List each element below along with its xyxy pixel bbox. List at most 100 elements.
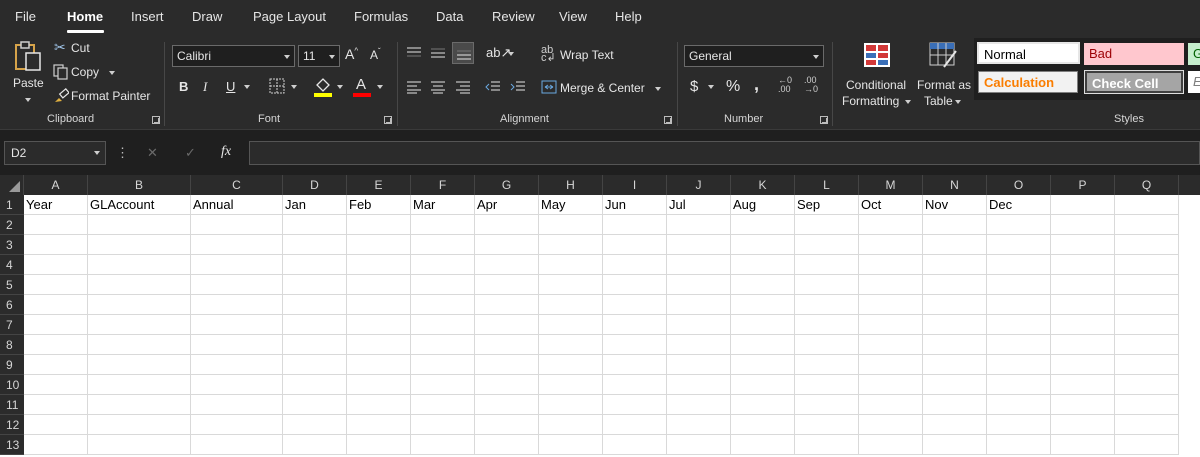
cell-b8[interactable] [88,335,191,355]
cell-k12[interactable] [731,415,795,435]
tab-home[interactable]: Home [67,9,103,24]
cell-j2[interactable] [667,215,731,235]
cell-k4[interactable] [731,255,795,275]
cell-f2[interactable] [411,215,475,235]
cell-l2[interactable] [795,215,859,235]
cell-k5[interactable] [731,275,795,295]
cell-f4[interactable] [411,255,475,275]
font-name-combo[interactable]: Calibri [172,45,295,67]
cell-h9[interactable] [539,355,603,375]
cell-e11[interactable] [347,395,411,415]
cell-k8[interactable] [731,335,795,355]
cell-q5[interactable] [1115,275,1179,295]
cell-i2[interactable] [603,215,667,235]
cell-a10[interactable] [24,375,88,395]
cell-k9[interactable] [731,355,795,375]
cell-j9[interactable] [667,355,731,375]
cell-d13[interactable] [283,435,347,455]
cell-l5[interactable] [795,275,859,295]
cell-h3[interactable] [539,235,603,255]
cell-j6[interactable] [667,295,731,315]
cell-k13[interactable] [731,435,795,455]
cell-h7[interactable] [539,315,603,335]
cell-i7[interactable] [603,315,667,335]
cell-m5[interactable] [859,275,923,295]
cell-l10[interactable] [795,375,859,395]
cell-a6[interactable] [24,295,88,315]
cell-n13[interactable] [923,435,987,455]
cell-a11[interactable] [24,395,88,415]
cell-h6[interactable] [539,295,603,315]
cell-q3[interactable] [1115,235,1179,255]
cell-n1[interactable]: Nov [923,195,987,215]
borders-icon[interactable] [268,77,286,95]
column-header-i[interactable]: I [603,175,667,195]
align-right-icon[interactable] [455,80,471,94]
currency-dropdown-caret[interactable] [708,85,714,89]
column-header-k[interactable]: K [731,175,795,195]
cell-p1[interactable] [1051,195,1115,215]
style-bad[interactable]: Bad [1084,43,1184,65]
column-header-l[interactable]: L [795,175,859,195]
cell-f11[interactable] [411,395,475,415]
cell-n10[interactable] [923,375,987,395]
more-options-icon[interactable]: ⋮ [116,146,129,159]
cell-f10[interactable] [411,375,475,395]
cell-g10[interactable] [475,375,539,395]
cell-e2[interactable] [347,215,411,235]
cell-c2[interactable] [191,215,283,235]
increase-indent-icon[interactable] [510,80,526,94]
cell-n12[interactable] [923,415,987,435]
tab-view[interactable]: View [559,9,587,24]
cell-g6[interactable] [475,295,539,315]
cell-b9[interactable] [88,355,191,375]
cell-i9[interactable] [603,355,667,375]
cell-o12[interactable] [987,415,1051,435]
cell-p8[interactable] [1051,335,1115,355]
row-header-1[interactable]: 1 [0,195,24,215]
alignment-dialog-launcher[interactable] [664,116,672,124]
cell-h1[interactable]: May [539,195,603,215]
cell-g8[interactable] [475,335,539,355]
cell-e6[interactable] [347,295,411,315]
cell-l7[interactable] [795,315,859,335]
cell-m3[interactable] [859,235,923,255]
row-header-10[interactable]: 10 [0,375,24,395]
cell-f13[interactable] [411,435,475,455]
cell-m12[interactable] [859,415,923,435]
cell-f8[interactable] [411,335,475,355]
conditional-formatting-button[interactable]: Conditional Formatting [838,38,914,108]
underline-button[interactable]: U [226,80,235,93]
cell-k2[interactable] [731,215,795,235]
format-as-table-button[interactable]: Format as Table [914,38,974,108]
cell-l12[interactable] [795,415,859,435]
cell-l9[interactable] [795,355,859,375]
cell-o11[interactable] [987,395,1051,415]
cell-a5[interactable] [24,275,88,295]
cell-n7[interactable] [923,315,987,335]
cell-o5[interactable] [987,275,1051,295]
cell-a7[interactable] [24,315,88,335]
italic-button[interactable]: I [203,80,207,93]
cell-d9[interactable] [283,355,347,375]
cell-e13[interactable] [347,435,411,455]
cell-p6[interactable] [1051,295,1115,315]
cell-q4[interactable] [1115,255,1179,275]
tab-help[interactable]: Help [615,9,642,24]
cell-m4[interactable] [859,255,923,275]
row-header-12[interactable]: 12 [0,415,24,435]
cell-c1[interactable]: Annual [191,195,283,215]
column-header-j[interactable]: J [667,175,731,195]
cell-e9[interactable] [347,355,411,375]
cell-k3[interactable] [731,235,795,255]
cell-q12[interactable] [1115,415,1179,435]
cell-o2[interactable] [987,215,1051,235]
cell-o13[interactable] [987,435,1051,455]
cell-n8[interactable] [923,335,987,355]
cell-j10[interactable] [667,375,731,395]
cell-b2[interactable] [88,215,191,235]
column-header-c[interactable]: C [191,175,283,195]
cell-c12[interactable] [191,415,283,435]
cell-q10[interactable] [1115,375,1179,395]
cell-j8[interactable] [667,335,731,355]
